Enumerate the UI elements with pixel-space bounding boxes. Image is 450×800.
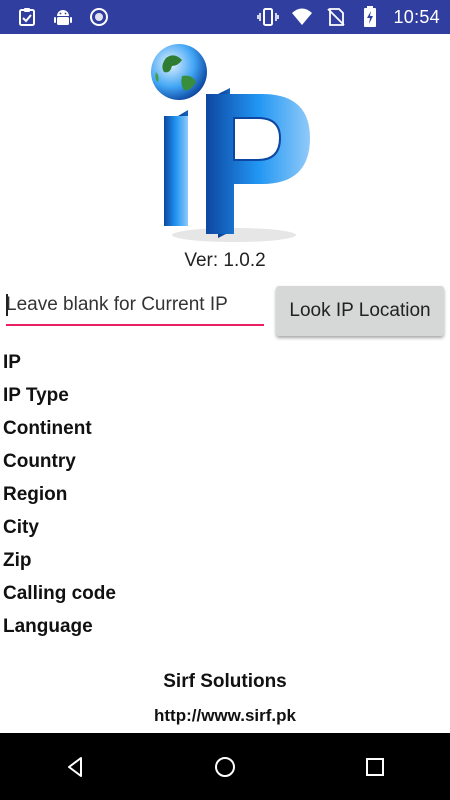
- field-label-ip: IP: [3, 352, 21, 373]
- field-label-ip-type: IP Type: [3, 385, 69, 406]
- battery-charging-icon: [359, 6, 381, 28]
- wifi-icon: [291, 6, 313, 28]
- navigation-bar: [0, 733, 450, 800]
- vibrate-icon: [257, 6, 280, 28]
- look-ip-location-button[interactable]: Look IP Location: [276, 286, 444, 336]
- result-field-list: IP IP Type Continent Country Region City…: [3, 346, 116, 643]
- field-label-region: Region: [3, 484, 68, 505]
- ip-input[interactable]: [6, 288, 264, 322]
- field-label-city: City: [3, 517, 39, 538]
- recents-icon[interactable]: [345, 737, 405, 797]
- status-bar: 10:54: [0, 0, 450, 34]
- ip-input-container[interactable]: [6, 288, 264, 326]
- field-label-country: Country: [3, 451, 76, 472]
- text-cursor: [6, 294, 8, 316]
- android-icon: [52, 6, 74, 28]
- status-time: 10:54: [393, 6, 440, 27]
- field-label-language: Language: [3, 616, 93, 637]
- sync-icon: [88, 6, 110, 28]
- no-sim-icon: [325, 6, 347, 28]
- checklist-icon: [16, 6, 38, 28]
- status-left-icons: [0, 0, 110, 34]
- field-label-calling-code: Calling code: [3, 583, 116, 604]
- footer-company-name: Sirf Solutions: [163, 671, 287, 692]
- field-label-zip: Zip: [3, 550, 32, 571]
- app-version: Ver: 1.0.2: [184, 250, 266, 271]
- status-right-icons: 10:54: [257, 0, 450, 34]
- back-icon[interactable]: [45, 737, 105, 797]
- home-icon[interactable]: [195, 737, 255, 797]
- field-label-continent: Continent: [3, 418, 92, 439]
- footer-website-link[interactable]: http://www.sirf.pk: [0, 706, 450, 726]
- app-logo: [142, 38, 317, 248]
